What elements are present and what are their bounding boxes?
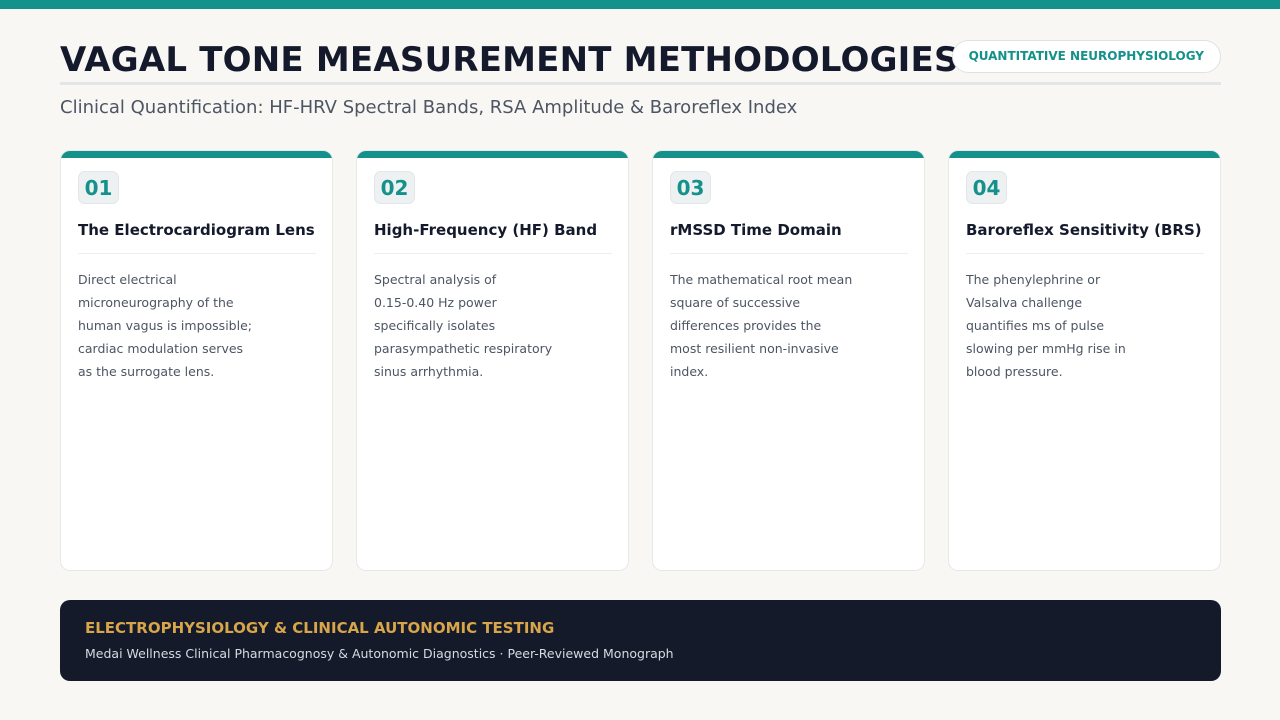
card-divider xyxy=(374,253,612,254)
method-card-1: 01 The Electrocardiogram Lens Direct ele… xyxy=(60,150,333,571)
card-body-line: cardiac modulation serves xyxy=(78,341,244,356)
method-card-3: 03 rMSSD Time Domain The mathematical ro… xyxy=(652,150,925,571)
card-body-line: differences provides the xyxy=(670,318,822,333)
card-body-line: Valsalva challenge xyxy=(966,295,1083,310)
card-body-line: The mathematical root mean xyxy=(670,272,853,287)
card-body: Spectral analysis of 0.15-0.40 Hz power … xyxy=(374,268,554,383)
card-title: Baroreflex Sensitivity (BRS) xyxy=(966,221,1202,239)
card-body-line: blood pressure. xyxy=(966,364,1063,379)
card-body-line: square of successive xyxy=(670,295,801,310)
card-body-line: specifically isolates xyxy=(374,318,496,333)
card-body-line: quantifies ms of pulse xyxy=(966,318,1105,333)
card-body: The mathematical root mean square of suc… xyxy=(670,268,853,383)
card-accent-bar xyxy=(357,151,628,158)
footer-title: ELECTROPHYSIOLOGY & CLINICAL AUTONOMIC T… xyxy=(85,619,555,637)
card-body-line: The phenylephrine or xyxy=(966,272,1101,287)
card-title: High-Frequency (HF) Band xyxy=(374,221,598,239)
card-title: The Electrocardiogram Lens xyxy=(78,221,315,239)
page-subtitle: Clinical Quantification: HF-HRV Spectral… xyxy=(60,97,798,118)
card-accent-bar xyxy=(949,151,1220,158)
card-body-line: microneurography of the xyxy=(78,295,234,310)
card-divider xyxy=(670,253,908,254)
card-body-line: most resilient non-invasive xyxy=(670,341,839,356)
card-divider xyxy=(966,253,1204,254)
card-body-line: as the surrogate lens. xyxy=(78,364,215,379)
card-accent-bar xyxy=(653,151,924,158)
card-body: Direct electrical microneurography of th… xyxy=(78,268,258,383)
card-body-line: Direct electrical xyxy=(78,272,177,287)
category-badge: QUANTITATIVE NEUROPHYSIOLOGY xyxy=(951,40,1221,73)
card-title: rMSSD Time Domain xyxy=(670,221,842,239)
card-body-line: human vagus is impossible; xyxy=(78,318,252,333)
title-divider xyxy=(60,82,1221,85)
card-number: 03 xyxy=(670,171,711,204)
card-body-line: Spectral analysis of xyxy=(374,272,497,287)
footer-banner: ELECTROPHYSIOLOGY & CLINICAL AUTONOMIC T… xyxy=(60,600,1221,681)
card-body-line: slowing per mmHg rise in xyxy=(966,341,1126,356)
method-card-4: 04 Baroreflex Sensitivity (BRS) The phen… xyxy=(948,150,1221,571)
card-number: 04 xyxy=(966,171,1007,204)
method-card-2: 02 High-Frequency (HF) Band Spectral ana… xyxy=(356,150,629,571)
top-accent-bar xyxy=(0,0,1280,9)
card-body-line: index. xyxy=(670,364,709,379)
card-divider xyxy=(78,253,316,254)
card-body: The phenylephrine or Valsalva challenge … xyxy=(966,268,1146,383)
page-title: VAGAL TONE MEASUREMENT METHODOLOGIES xyxy=(60,40,959,80)
footer-subtitle: Medai Wellness Clinical Pharmacognosy & … xyxy=(85,646,674,661)
card-body-line: 0.15-0.40 Hz power xyxy=(374,295,497,310)
card-body-line: parasympathetic respiratory xyxy=(374,341,553,356)
card-accent-bar xyxy=(61,151,332,158)
card-number: 01 xyxy=(78,171,119,204)
card-body-line: sinus arrhythmia. xyxy=(374,364,484,379)
card-number: 02 xyxy=(374,171,415,204)
